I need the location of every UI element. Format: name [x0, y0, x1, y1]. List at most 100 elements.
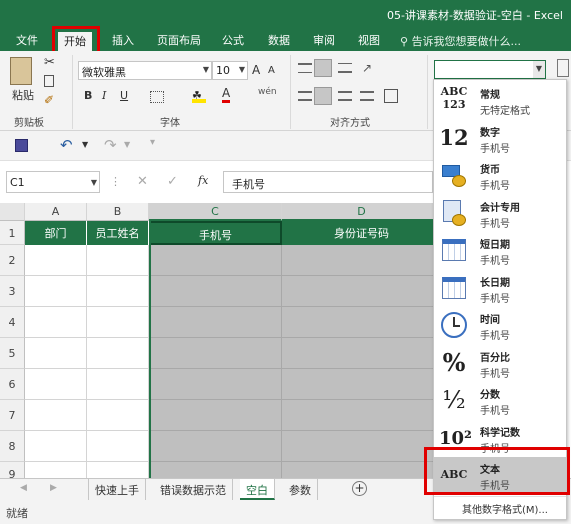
tab-formulas[interactable]: 公式	[222, 32, 244, 48]
tab-data[interactable]: 数据	[268, 32, 290, 48]
font-name-combo[interactable]: 微软雅黑 ▼	[78, 61, 212, 80]
align-right-icon[interactable]	[338, 91, 352, 101]
more-options-icon: ⋮	[110, 175, 121, 188]
font-size-combo[interactable]: 10 ▼	[212, 61, 248, 80]
sheet-tab-blank[interactable]: 空白	[240, 479, 275, 500]
redo-icon[interactable]: ↷	[104, 136, 117, 154]
chevron-down-icon[interactable]: ▼	[82, 140, 88, 149]
cancel-icon[interactable]: ✕	[137, 174, 148, 189]
formula-input[interactable]: 手机号	[223, 171, 433, 193]
clipboard-group-label: 剪贴板	[14, 118, 44, 129]
align-center-icon[interactable]	[314, 87, 332, 105]
tab-view[interactable]: 视图	[358, 32, 380, 48]
name-box-value: C1	[10, 176, 25, 189]
row-header-8[interactable]: 8	[0, 431, 25, 462]
conditional-format-icon[interactable]	[557, 59, 569, 77]
tab-page-layout[interactable]: 页面布局	[157, 32, 201, 48]
merge-center-icon[interactable]	[384, 89, 398, 103]
tab-review[interactable]: 审阅	[313, 32, 335, 48]
format-option-accounting[interactable]: 会计专用 手机号	[434, 195, 566, 233]
align-top-icon[interactable]	[298, 63, 312, 73]
customize-qat-icon[interactable]: ▾	[150, 137, 155, 148]
underline-button[interactable]: U	[120, 89, 128, 102]
tell-me-box[interactable]: ⚲ 告诉我您想要做什么...	[400, 33, 521, 49]
format-option-long-date[interactable]: 长日期 手机号	[434, 270, 566, 308]
tell-me-text: 告诉我您想要做什么...	[411, 35, 522, 48]
format-name: 分数	[480, 390, 500, 401]
format-example: 手机号	[480, 331, 510, 342]
chevron-down-icon[interactable]: ▼	[124, 140, 130, 149]
grow-font-button[interactable]: A	[252, 63, 260, 77]
format-name: 数字	[480, 127, 500, 139]
add-sheet-icon[interactable]: +	[352, 481, 367, 496]
format-example: 手机号	[480, 368, 510, 380]
selection-border	[149, 221, 151, 478]
row-header-1[interactable]: 1	[0, 221, 25, 245]
enter-icon[interactable]: ✓	[167, 174, 178, 189]
header-cell-phone[interactable]: 手机号	[149, 221, 282, 245]
cut-icon[interactable]: ✂	[44, 55, 55, 70]
chevron-down-icon[interactable]: ▼	[533, 61, 545, 78]
format-option-currency[interactable]: 货币 手机号	[434, 157, 566, 195]
save-icon[interactable]	[15, 139, 28, 152]
column-header-b[interactable]: B	[87, 203, 149, 221]
column-header-c[interactable]: C	[149, 203, 282, 221]
format-option-time[interactable]: 时间 手机号	[434, 307, 566, 345]
more-number-formats-link[interactable]: 其他数字格式(M)...	[462, 501, 548, 516]
fill-color-icon[interactable]: ☘	[192, 89, 206, 103]
insert-function-button[interactable]: fx	[198, 174, 208, 187]
select-all-corner[interactable]	[0, 203, 25, 221]
align-middle-icon[interactable]	[314, 59, 332, 77]
name-box[interactable]: C1 ▼	[6, 171, 100, 193]
copy-icon[interactable]	[44, 75, 54, 87]
row-header-3[interactable]: 3	[0, 276, 25, 307]
tab-file[interactable]: 文件	[16, 32, 38, 48]
format-option-general[interactable]: ABC 123 常规 无特定格式	[434, 82, 566, 120]
borders-icon[interactable]	[150, 91, 164, 103]
scroll-right-icon[interactable]: ▶	[50, 483, 57, 493]
header-cell-id-number[interactable]: 身份证号码	[282, 221, 442, 245]
row-header-6[interactable]: 6	[0, 369, 25, 400]
decrease-indent-icon[interactable]	[360, 91, 374, 101]
format-option-short-date[interactable]: 短日期 手机号	[434, 232, 566, 270]
row-header-4[interactable]: 4	[0, 307, 25, 338]
format-painter-icon[interactable]: ✐	[44, 93, 54, 107]
row-header-7[interactable]: 7	[0, 400, 25, 431]
font-color-icon[interactable]: A	[222, 87, 231, 103]
row-header-9[interactable]: 9	[0, 462, 25, 478]
header-cell-department[interactable]: 部门	[25, 221, 87, 245]
format-option-fraction[interactable]: ½ 分数 手机号	[434, 382, 566, 420]
font-size-value: 10	[216, 64, 230, 77]
bold-button[interactable]: B	[84, 89, 92, 102]
number-12-icon: 12	[439, 124, 469, 150]
format-option-number[interactable]: 12 数字 手机号	[434, 120, 566, 158]
alignment-group-label: 对齐方式	[330, 118, 370, 129]
sheet-tab-quick-start[interactable]: 快速上手	[88, 479, 146, 500]
format-option-percentage[interactable]: % 百分比 手机号	[434, 345, 566, 383]
column-header-d[interactable]: D	[282, 203, 442, 221]
format-example: 手机号	[480, 293, 510, 305]
undo-icon[interactable]: ↶	[60, 136, 73, 154]
orientation-icon[interactable]: ↗	[362, 61, 372, 75]
align-left-icon[interactable]	[298, 91, 312, 101]
align-bottom-icon[interactable]	[338, 63, 352, 73]
format-name: 百分比	[480, 352, 510, 364]
column-header-a[interactable]: A	[25, 203, 87, 221]
chevron-down-icon: ▼	[238, 65, 245, 74]
sheet-tab-error-demo[interactable]: 错误数据示范	[154, 479, 233, 500]
number-format-combo[interactable]: ▼	[434, 60, 546, 79]
paste-button[interactable]: 粘贴	[12, 87, 34, 103]
status-text: 就绪	[6, 507, 28, 520]
shrink-font-button[interactable]: A	[268, 65, 275, 76]
phonetic-guide-icon[interactable]: wén	[258, 87, 277, 97]
data-cells-a-b[interactable]	[25, 245, 149, 478]
tab-insert[interactable]: 插入	[112, 32, 134, 48]
italic-button[interactable]: I	[102, 89, 106, 102]
paste-icon[interactable]	[10, 57, 32, 85]
header-cell-employee-name[interactable]: 员工姓名	[87, 221, 149, 245]
row-header-2[interactable]: 2	[0, 245, 25, 276]
selected-cells-c-d[interactable]	[149, 245, 442, 478]
scroll-left-icon[interactable]: ◀	[20, 483, 27, 493]
sheet-tab-params[interactable]: 参数	[283, 479, 318, 500]
row-header-5[interactable]: 5	[0, 338, 25, 369]
